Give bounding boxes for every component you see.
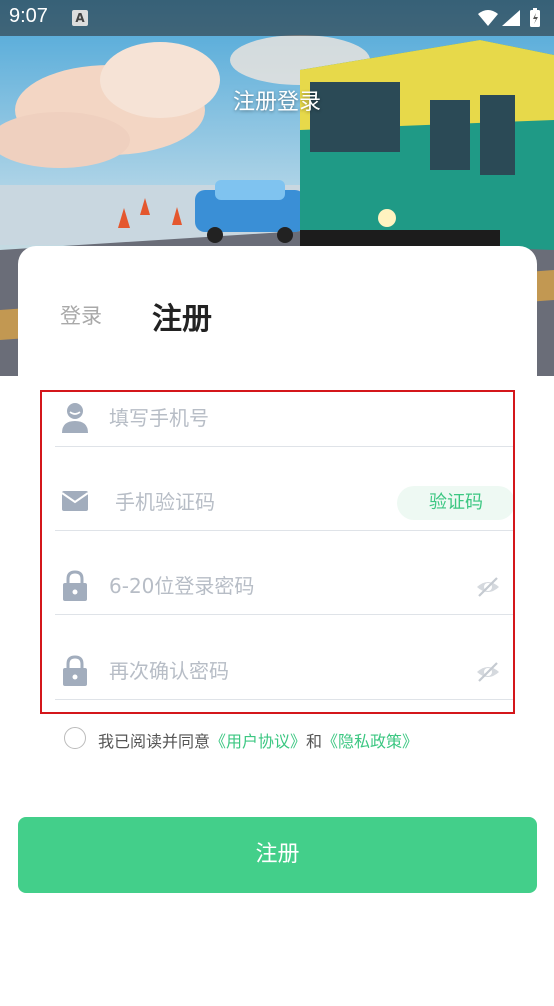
register-button[interactable]: 注册 bbox=[18, 817, 537, 893]
status-icons bbox=[476, 8, 546, 32]
agreement-checkbox[interactable] bbox=[64, 727, 86, 749]
signal-icon bbox=[502, 10, 520, 26]
privacy-policy-link[interactable]: 《隐私政策》 bbox=[322, 732, 418, 751]
agreement-and: 和 bbox=[306, 732, 323, 751]
status-time: 9:07 bbox=[9, 5, 48, 27]
notification-icon: A bbox=[72, 10, 88, 26]
agreement-prefix: 我已阅读并同意 bbox=[98, 732, 211, 751]
agreement-text: 我已阅读并同意《用户协议》和《隐私政策》 bbox=[98, 728, 418, 752]
wifi-icon bbox=[478, 10, 498, 26]
page-title: 注册登录 bbox=[232, 90, 321, 115]
user-agreement-link[interactable]: 《用户协议》 bbox=[210, 732, 306, 751]
status-bar: 9:07 A bbox=[0, 0, 554, 36]
tab-login[interactable]: 登录 bbox=[60, 300, 102, 330]
tab-register[interactable]: 注册 bbox=[152, 294, 212, 338]
form-highlight-box bbox=[40, 390, 515, 714]
